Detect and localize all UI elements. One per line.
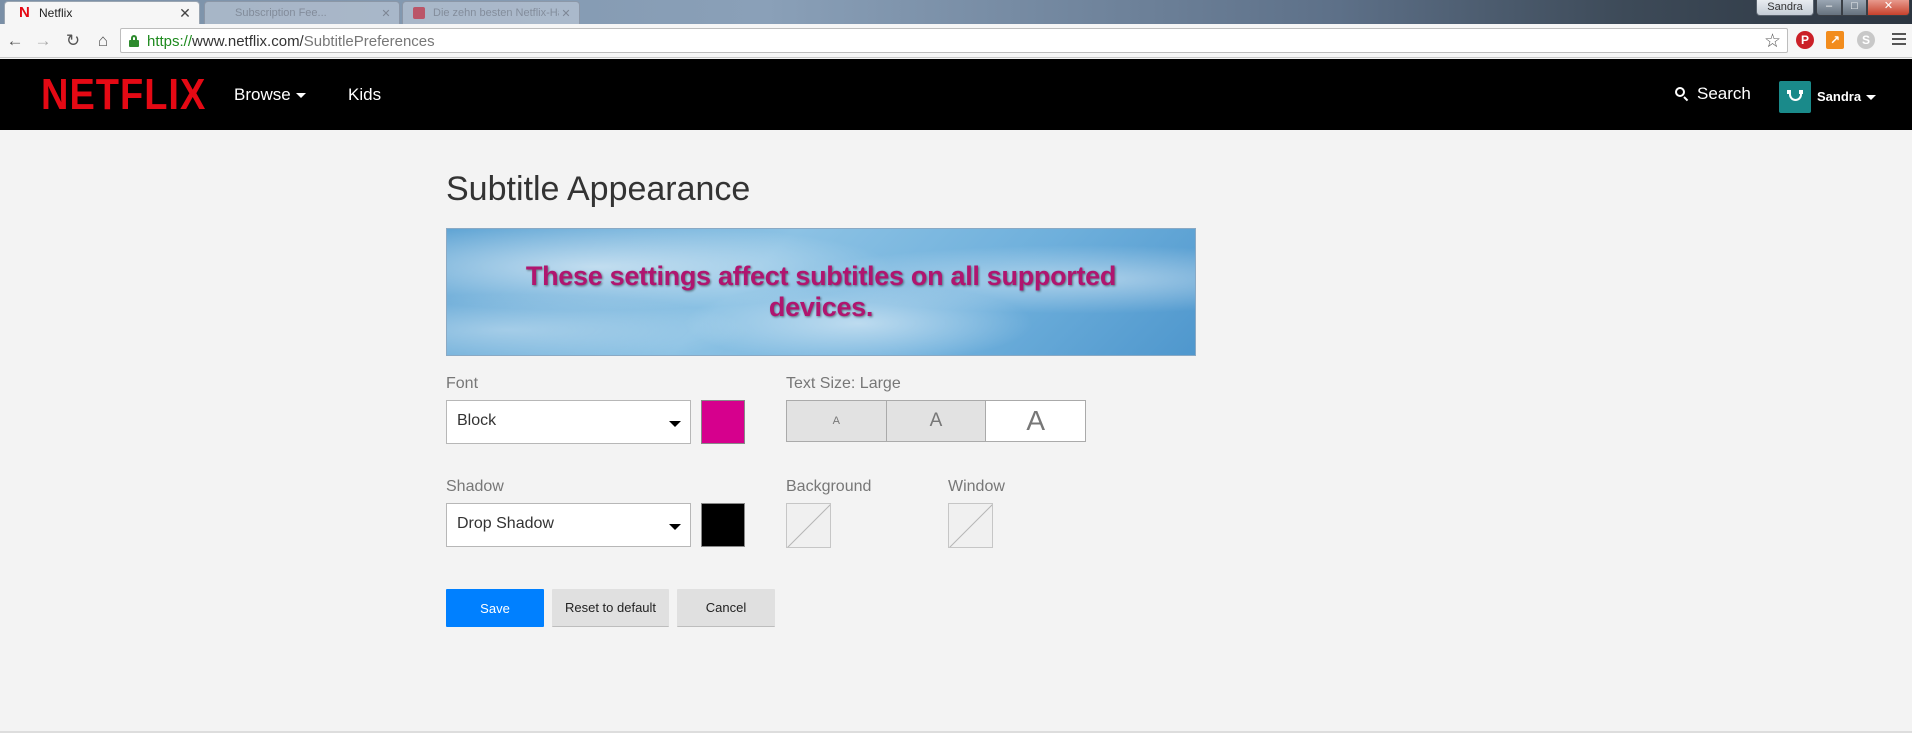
skype-icon[interactable]: S (1857, 31, 1875, 49)
window-color-swatch[interactable] (948, 503, 993, 548)
shadow-value: Drop Shadow (457, 515, 554, 532)
font-value: Block (457, 412, 497, 429)
site-favicon-icon (413, 7, 425, 19)
text-size-medium-button[interactable]: A (886, 401, 987, 441)
tab-title: Subscription Fee... (235, 7, 327, 19)
pinterest-icon[interactable]: P (1796, 31, 1814, 49)
profile-menu[interactable]: Sandra (1817, 89, 1877, 104)
home-icon[interactable]: ⌂ (92, 30, 114, 52)
font-label: Font (446, 375, 479, 392)
forward-arrow-icon[interactable]: → (32, 30, 54, 52)
dropdown-arrow-icon (669, 524, 681, 530)
address-bar[interactable]: https://www.netflix.com/SubtitlePreferen… (120, 28, 1788, 53)
search-icon (1675, 87, 1689, 102)
close-tab-icon[interactable]: ✕ (177, 5, 193, 22)
bookmark-star-icon[interactable]: ☆ (1764, 30, 1781, 53)
analytics-extension-icon[interactable]: ↗ (1826, 31, 1844, 49)
shadow-color-swatch[interactable] (701, 503, 745, 547)
font-color-swatch[interactable] (701, 400, 745, 444)
maximize-window-button[interactable]: □ (1842, 0, 1867, 16)
lock-icon (129, 35, 139, 47)
text-size-large-button[interactable]: A (986, 401, 1086, 441)
chevron-down-icon (1866, 95, 1877, 101)
browse-menu[interactable]: Browse (234, 85, 306, 105)
text-size-label: Text Size: Large (786, 375, 901, 392)
tab-title: Die zehn besten Netflix-Hacks... (433, 7, 559, 19)
minimize-window-button[interactable]: – (1816, 0, 1842, 16)
profile-name: Sandra (1817, 89, 1862, 104)
dropdown-arrow-icon (669, 421, 681, 427)
netflix-logo[interactable]: NETFLIX (41, 71, 206, 120)
close-tab-icon[interactable]: ✕ (559, 7, 573, 20)
window-label: Window (948, 478, 1005, 495)
reload-icon[interactable]: ↻ (62, 30, 84, 52)
text-size-selector: A A A (786, 400, 1086, 442)
font-select[interactable]: Block (446, 400, 691, 444)
reset-to-default-button[interactable]: Reset to default (552, 589, 669, 627)
search-button[interactable]: Search (1675, 84, 1751, 104)
browser-toolbar: ← → ↻ ⌂ https://www.netflix.com/Subtitle… (0, 24, 1912, 58)
url-text: https://www.netflix.com/SubtitlePreferen… (147, 33, 435, 50)
page-title: Subtitle Appearance (446, 170, 751, 208)
browser-tab-strip: N Netflix ✕ Subscription Fee... ✕ Die ze… (0, 0, 1912, 24)
tab-background-1[interactable]: Subscription Fee... ✕ (204, 1, 400, 24)
text-size-small-button[interactable]: A (787, 401, 887, 441)
back-arrow-icon[interactable]: ← (4, 30, 26, 52)
close-tab-icon[interactable]: ✕ (379, 7, 393, 20)
close-window-button[interactable]: ✕ (1867, 0, 1910, 16)
netflix-favicon-icon: N (19, 4, 30, 21)
subtitle-preview: These settings affect subtitles on all s… (446, 228, 1196, 356)
preview-text: These settings affect subtitles on all s… (525, 261, 1117, 322)
browser-menu-icon[interactable] (1892, 33, 1906, 48)
background-label: Background (786, 478, 872, 495)
background-color-swatch[interactable] (786, 503, 831, 548)
chevron-down-icon (295, 93, 306, 99)
profile-avatar[interactable] (1779, 81, 1811, 113)
tab-background-2[interactable]: Die zehn besten Netflix-Hacks... ✕ (402, 1, 580, 24)
shadow-select[interactable]: Drop Shadow (446, 503, 691, 547)
cancel-button[interactable]: Cancel (677, 589, 775, 627)
tab-title: Netflix (39, 6, 73, 20)
netflix-header: NETFLIX Browse Kids Search Sandra (0, 59, 1912, 130)
browser-user-button[interactable]: Sandra (1756, 0, 1814, 16)
kids-link[interactable]: Kids (348, 85, 381, 105)
shadow-label: Shadow (446, 478, 504, 495)
tab-netflix[interactable]: N Netflix ✕ (4, 1, 200, 24)
save-button[interactable]: Save (446, 589, 544, 627)
search-label: Search (1697, 84, 1751, 103)
browse-label: Browse (234, 85, 291, 104)
